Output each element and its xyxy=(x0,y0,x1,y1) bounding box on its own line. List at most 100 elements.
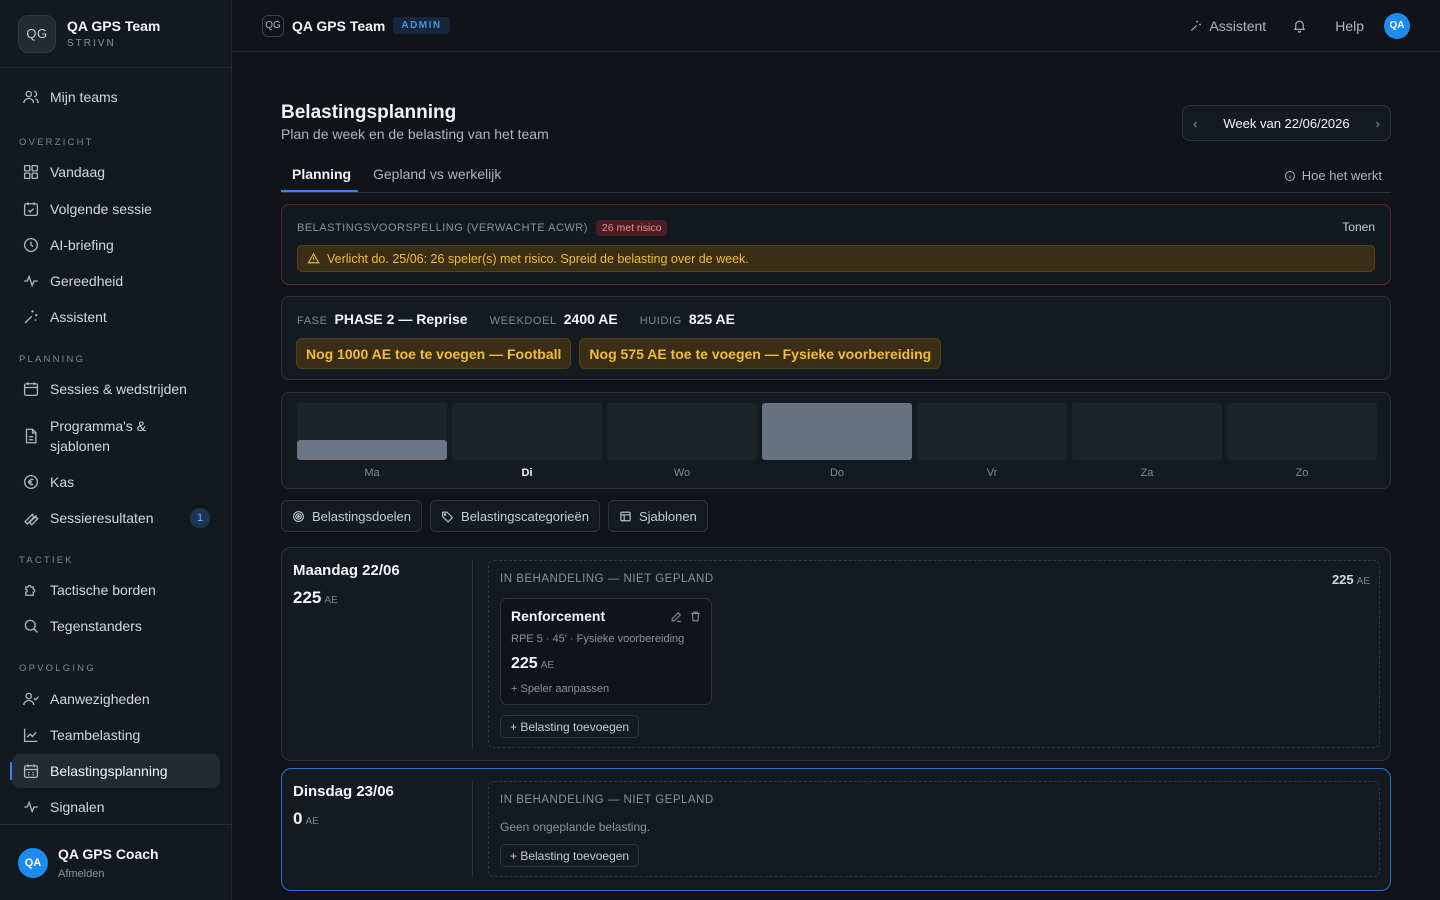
sidebar-item-assistant[interactable]: Assistent xyxy=(12,300,220,334)
chart-bar-za[interactable] xyxy=(1072,403,1222,460)
chevron-left-icon[interactable]: ‹ xyxy=(1193,116,1197,131)
notification-badge: 1 xyxy=(190,508,210,528)
sidebar-item-opponents[interactable]: Tegenstanders xyxy=(12,609,220,643)
session-load-value: 225 xyxy=(511,655,538,672)
edit-icon[interactable] xyxy=(670,610,683,623)
how-it-works-link[interactable]: Hoe het werkt xyxy=(1284,168,1382,183)
sidebar-item-label-line1: Programma's & xyxy=(50,418,147,434)
status-label: IN BEHANDELING — NIET GEPLAND xyxy=(500,794,714,806)
sidebar-item-label: Programma's & sjablonen xyxy=(50,416,146,456)
sidebar: QG QA GPS Team STRIVN Mijn teams OVERZIC… xyxy=(0,0,232,900)
session-card[interactable]: Renforcement RPE 5 · 45′ · Fysieke voorb… xyxy=(500,598,712,705)
templates-button[interactable]: Sjablonen xyxy=(607,500,708,532)
chart-day-label: Zo xyxy=(1295,467,1309,479)
day-total: 225 AE xyxy=(293,588,338,608)
adjust-player-link[interactable]: + Speler aanpassen xyxy=(511,683,609,695)
load-categories-button[interactable]: Belastingscategorieën xyxy=(430,500,600,532)
sidebar-item-load-planning[interactable]: Belastingsplanning xyxy=(10,754,220,788)
risk-badge: 26 met risico xyxy=(595,220,668,236)
top-bar: QG QA GPS Team ADMIN Assistent Help QA xyxy=(232,0,1440,52)
chart-day-label: Wo xyxy=(673,467,691,479)
week-label[interactable]: Week van 22/06/2026 xyxy=(1223,116,1349,131)
chart-bar-vr[interactable] xyxy=(917,403,1067,460)
tab-planned-vs-actual[interactable]: Gepland vs werkelijk xyxy=(373,166,501,182)
chart-bar-fill xyxy=(762,403,912,460)
sidebar-item-session-results[interactable]: Sessieresultaten 1 xyxy=(12,501,220,535)
wrench-icon xyxy=(24,513,39,526)
chevron-right-icon[interactable]: › xyxy=(1376,116,1380,131)
sidebar-item-team-load[interactable]: Teambelasting xyxy=(12,718,220,752)
chart-bar-zo[interactable] xyxy=(1227,403,1377,460)
sidebar-item-ai-briefing[interactable]: AI-briefing xyxy=(12,228,220,262)
how-it-works-label: Hoe het werkt xyxy=(1301,168,1382,183)
user-name: QA GPS Coach xyxy=(58,845,159,862)
chart-bar-ma[interactable] xyxy=(297,403,447,460)
sidebar-item-next-session[interactable]: Volgende sessie xyxy=(12,192,220,226)
unit-label: AE xyxy=(324,595,338,606)
sidebar-item-signals[interactable]: Signalen xyxy=(12,790,220,824)
sidebar-item-label: Tactische borden xyxy=(50,582,156,598)
sidebar-item-programs-templates[interactable]: Programma's & sjablonen xyxy=(12,410,220,460)
sidebar-item-cash[interactable]: Kas xyxy=(12,465,220,499)
add-load-button[interactable]: + Belasting toevoegen xyxy=(500,715,640,738)
team-logo: QG xyxy=(18,14,56,53)
sparkles-icon xyxy=(24,310,38,324)
notifications-button[interactable] xyxy=(1292,18,1313,33)
sidebar-item-label: Mijn teams xyxy=(50,89,118,105)
puzzle-icon xyxy=(25,584,36,596)
planning-toolbar: Belastingsdoelen Belastingscategorieën S… xyxy=(281,500,716,532)
assistant-button[interactable]: Assistent xyxy=(1189,18,1266,34)
sidebar-item-tactical-boards[interactable]: Tactische borden xyxy=(12,573,220,607)
load-goals-label: Belastingsdoelen xyxy=(312,508,412,524)
sidebar-item-readiness[interactable]: Gereedheid xyxy=(12,264,220,298)
current-key: HUIDIG xyxy=(639,315,682,327)
chart-bar-do[interactable] xyxy=(762,403,912,460)
add-load-button[interactable]: + Belasting toevoegen xyxy=(500,844,640,867)
sidebar-item-today[interactable]: Vandaag xyxy=(12,155,220,189)
user-menu[interactable]: QA QA GPS Coach Afmelden xyxy=(0,824,231,900)
tabs: Planning Gepland vs werkelijk Hoe het we… xyxy=(281,154,1391,193)
team-switcher[interactable]: QG QA GPS Team STRIVN xyxy=(0,0,231,68)
chart-bar-di[interactable] xyxy=(452,403,602,460)
show-toggle[interactable]: Tonen xyxy=(1342,220,1375,234)
empty-note: Geen ongeplande belasting. xyxy=(500,820,651,834)
divider xyxy=(472,560,473,748)
week-navigator: ‹ Week van 22/06/2026 › xyxy=(1182,105,1391,141)
users-icon xyxy=(23,90,39,104)
help-button[interactable]: Help xyxy=(1335,18,1364,34)
template-icon xyxy=(620,511,631,521)
grid-icon xyxy=(23,164,39,180)
avatar[interactable]: QA xyxy=(1384,12,1410,39)
day-card-tuesday: Dinsdag 23/06 0 AE IN BEHANDELING — NIET … xyxy=(281,768,1391,891)
logout-link[interactable]: Afmelden xyxy=(58,868,159,880)
sidebar-item-label-line2: sjablonen xyxy=(50,438,110,454)
phase-panel: FASE PHASE 2 — Reprise WEEKDOEL 2400 AE … xyxy=(281,296,1391,380)
user-check-icon xyxy=(23,692,39,706)
tab-planning[interactable]: Planning xyxy=(292,166,351,182)
sidebar-item-sessions-matches[interactable]: Sessies & wedstrijden xyxy=(12,372,220,406)
nav-section-overview: OVERZICHT xyxy=(19,137,94,148)
chart-bar-wo[interactable] xyxy=(607,403,757,460)
sidebar-item-my-teams[interactable]: Mijn teams xyxy=(12,80,220,114)
avatar: QA xyxy=(18,847,48,878)
chart-day-label: Di xyxy=(521,467,533,479)
sidebar-item-label: Signalen xyxy=(50,799,105,815)
sidebar-item-attendance[interactable]: Aanwezigheden xyxy=(12,682,220,716)
week-goal-key: WEEKDOEL xyxy=(489,315,557,327)
unit-label: AE xyxy=(305,816,319,827)
warning-icon xyxy=(307,252,320,264)
sidebar-item-label: Gereedheid xyxy=(50,273,124,289)
day-name: Dinsdag 23/06 xyxy=(293,783,394,800)
calendar-check-icon xyxy=(23,202,39,217)
load-forecast-panel: BELASTINGSVOORSPELLING (VERWACHTE ACWR) … xyxy=(281,204,1391,285)
calendar-grid-icon xyxy=(23,764,39,779)
trash-icon[interactable] xyxy=(689,610,702,623)
session-meta: RPE 5 · 45′ · Fysieke voorbereiding xyxy=(511,633,685,645)
day-total-value: 0 xyxy=(293,809,303,828)
load-goals-button[interactable]: Belastingsdoelen xyxy=(281,500,423,532)
unit-label: AE xyxy=(540,660,555,671)
nav-section-followup: OPVOLGING xyxy=(19,663,96,674)
assistant-label: Assistent xyxy=(1209,17,1267,34)
sidebar-item-label: Assistent xyxy=(50,309,107,325)
nav-section-planning: PLANNING xyxy=(19,354,86,365)
